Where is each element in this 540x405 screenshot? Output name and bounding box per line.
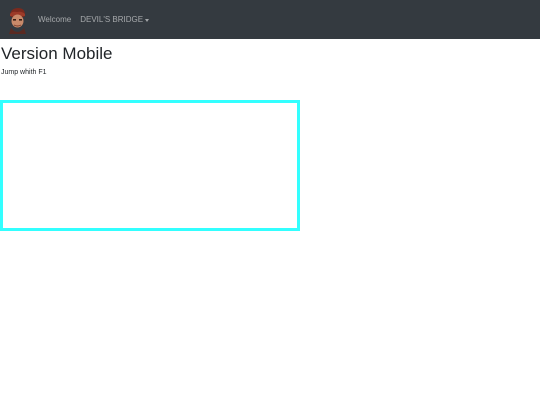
character-portrait-icon[interactable] [7, 5, 28, 34]
instructions-text: Jump whith F1 [1, 69, 47, 76]
page-title: Version Mobile [1, 44, 113, 63]
devils-bridge-dropdown[interactable]: DEVIL'S BRIDGE [80, 15, 150, 24]
top-navbar: Welcome DEVIL'S BRIDGE [0, 0, 540, 39]
welcome-link[interactable]: Welcome [38, 15, 71, 24]
game-canvas[interactable] [0, 100, 300, 231]
dropdown-label: DEVIL'S BRIDGE [80, 15, 144, 24]
caret-down-icon [145, 18, 150, 22]
